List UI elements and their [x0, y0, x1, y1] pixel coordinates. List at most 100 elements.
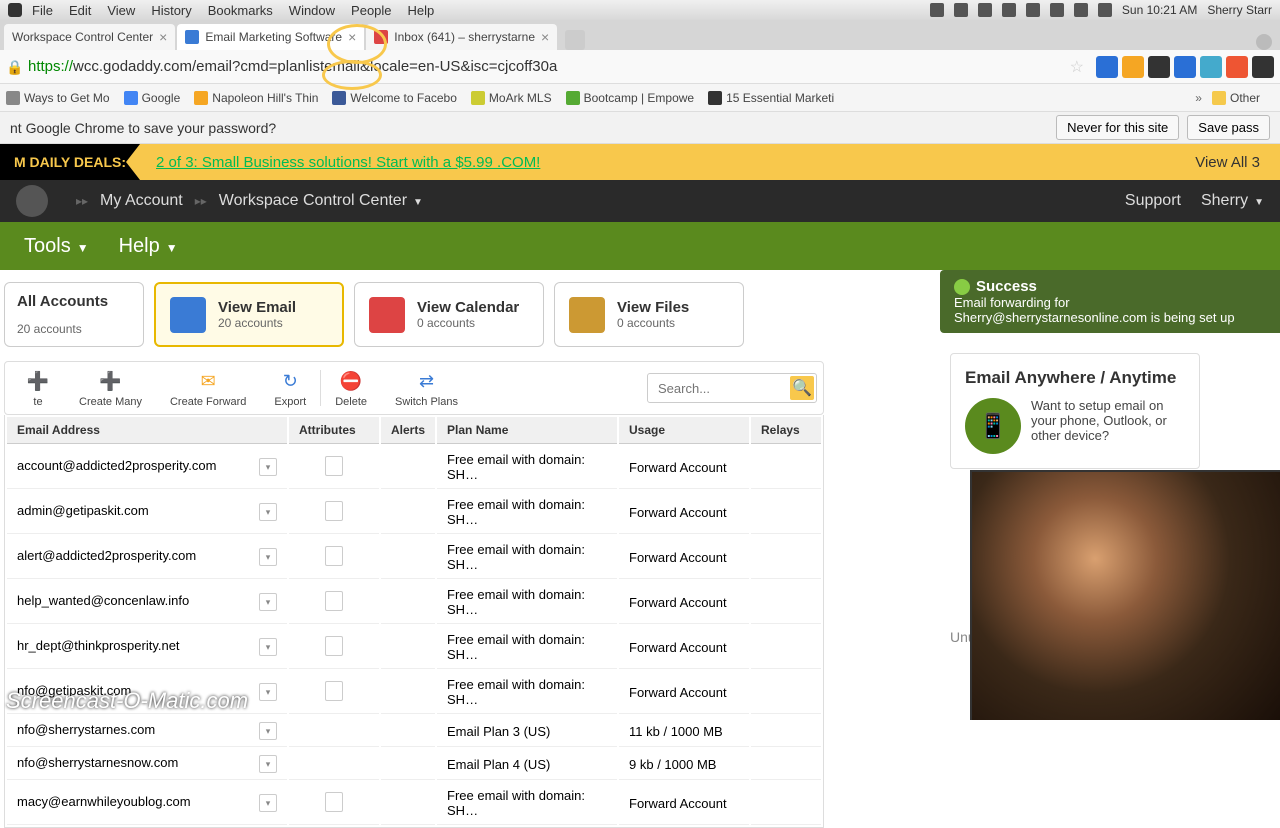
tab-inbox[interactable]: Inbox (641) – sherrystarne × — [366, 24, 557, 50]
close-icon[interactable]: × — [159, 29, 167, 45]
bookmark-item[interactable]: 15 Essential Marketi — [708, 91, 834, 105]
chevron-down-icon: ▼ — [1254, 197, 1264, 208]
tabs-overflow-button[interactable] — [1256, 34, 1272, 50]
extension-icon[interactable] — [1226, 56, 1248, 78]
create-many-button[interactable]: ➕Create Many — [65, 368, 156, 408]
bookmark-item[interactable]: Welcome to Facebo — [332, 91, 457, 105]
new-tab-button[interactable] — [565, 30, 585, 50]
volume-icon[interactable] — [1074, 3, 1088, 17]
table-row[interactable]: account@addicted2prosperity.com ▾Free em… — [7, 446, 821, 489]
panel-title: Email Anywhere / Anytime — [965, 368, 1185, 388]
search-button[interactable]: 🔍 — [790, 376, 814, 400]
support-link[interactable]: Support — [1125, 192, 1181, 210]
col-alerts[interactable]: Alerts — [381, 417, 435, 444]
table-row[interactable]: nfo@sherrystarnesnow.com ▾Email Plan 4 (… — [7, 749, 821, 780]
status-icon[interactable] — [930, 3, 944, 17]
row-dropdown[interactable]: ▾ — [259, 548, 277, 566]
view-email-card[interactable]: View Email 20 accounts — [154, 282, 344, 347]
extension-icon[interactable] — [1122, 56, 1144, 78]
godaddy-logo-icon[interactable] — [16, 185, 48, 217]
all-accounts-card[interactable]: All Accounts 20 accounts — [4, 282, 144, 347]
menu-view[interactable]: View — [107, 3, 135, 18]
table-row[interactable]: help_wanted@concenlaw.info ▾Free email w… — [7, 581, 821, 624]
table-row[interactable]: hr_dept@thinkprosperity.net ▾Free email … — [7, 626, 821, 669]
bookmark-star-icon[interactable]: ☆ — [1070, 57, 1084, 77]
search-input[interactable] — [650, 377, 790, 400]
green-nav-bar: Tools▼ Help▼ — [0, 222, 1280, 270]
user-name[interactable]: Sherry Starr — [1207, 3, 1272, 17]
switch-plans-button[interactable]: ⇄Switch Plans — [381, 368, 472, 408]
row-dropdown[interactable]: ▾ — [259, 593, 277, 611]
workspace-dropdown[interactable]: Workspace Control Center▼ — [219, 192, 423, 210]
status-icon[interactable] — [1026, 3, 1040, 17]
col-attributes[interactable]: Attributes — [289, 417, 379, 444]
create-button[interactable]: ➕te — [11, 368, 65, 408]
tab-workspace[interactable]: Workspace Control Center × — [4, 24, 175, 50]
row-dropdown[interactable]: ▾ — [259, 755, 277, 773]
switch-icon: ⇄ — [413, 368, 439, 394]
menu-bookmarks[interactable]: Bookmarks — [208, 3, 273, 18]
apple-icon[interactable] — [8, 3, 22, 17]
row-dropdown[interactable]: ▾ — [259, 503, 277, 521]
menu-edit[interactable]: Edit — [69, 3, 91, 18]
extension-icon[interactable] — [1096, 56, 1118, 78]
menu-help[interactable]: Help — [408, 3, 435, 18]
usage-cell: Forward Account — [619, 491, 749, 534]
row-dropdown[interactable]: ▾ — [259, 683, 277, 701]
table-row[interactable]: admin@getipaskit.com ▾Free email with do… — [7, 491, 821, 534]
my-account-link[interactable]: My Account — [100, 192, 183, 210]
bookmarks-overflow[interactable]: » — [1195, 91, 1202, 105]
bookmark-item[interactable]: Ways to Get Mo — [6, 91, 110, 105]
tab-email-marketing[interactable]: Email Marketing Software × — [177, 24, 364, 50]
user-dropdown[interactable]: Sherry▼ — [1201, 192, 1264, 210]
deal-link[interactable]: 2 of 3: Small Business solutions! Start … — [156, 154, 540, 171]
menu-icon[interactable] — [1252, 56, 1274, 78]
menu-file[interactable]: File — [32, 3, 53, 18]
col-email[interactable]: Email Address — [7, 417, 287, 444]
menu-history[interactable]: History — [151, 3, 191, 18]
create-forward-button[interactable]: ✉Create Forward — [156, 368, 260, 408]
row-dropdown[interactable]: ▾ — [259, 794, 277, 812]
bookmark-item[interactable]: Napoleon Hill's Thin — [194, 91, 318, 105]
row-dropdown[interactable]: ▾ — [259, 638, 277, 656]
table-row[interactable]: macy@earnwhileyoublog.com ▾Free email wi… — [7, 782, 821, 825]
table-row[interactable]: nfo@sherrystarnes.com ▾Email Plan 3 (US)… — [7, 716, 821, 747]
menu-people[interactable]: People — [351, 3, 391, 18]
extension-icon[interactable] — [1200, 56, 1222, 78]
delete-button[interactable]: ⛔Delete — [321, 368, 381, 408]
url-display[interactable]: https://wcc.godaddy.com/email?cmd=planli… — [28, 58, 1062, 75]
view-calendar-card[interactable]: View Calendar 0 accounts — [354, 282, 544, 347]
bookmark-item[interactable]: Bootcamp | Empowe — [566, 91, 695, 105]
help-dropdown[interactable]: Help▼ — [119, 235, 178, 258]
view-all-deals-link[interactable]: View All 3 — [1195, 154, 1260, 171]
tools-dropdown[interactable]: Tools▼ — [24, 235, 89, 258]
wifi-icon[interactable] — [1050, 3, 1064, 17]
bookmark-item[interactable]: MoArk MLS — [471, 91, 552, 105]
battery-icon[interactable] — [1098, 3, 1112, 17]
status-icon[interactable] — [978, 3, 992, 17]
row-dropdown[interactable]: ▾ — [259, 458, 277, 476]
table-row[interactable]: nfo@getipaskit.com ▾Free email with doma… — [7, 671, 821, 714]
plan-cell: Free email with domain: SH… — [437, 581, 617, 624]
card-subtitle: 20 accounts — [218, 316, 296, 330]
export-button[interactable]: ↻Export — [260, 368, 320, 408]
table-row[interactable]: alert@addicted2prosperity.com ▾Free emai… — [7, 536, 821, 579]
bookmarks-bar: Ways to Get Mo Google Napoleon Hill's Th… — [0, 84, 1280, 112]
close-icon[interactable]: × — [541, 29, 549, 45]
col-usage[interactable]: Usage — [619, 417, 749, 444]
col-plan[interactable]: Plan Name — [437, 417, 617, 444]
extension-icon[interactable] — [1174, 56, 1196, 78]
view-files-card[interactable]: View Files 0 accounts — [554, 282, 744, 347]
bookmark-other-folder[interactable]: Other — [1212, 91, 1260, 105]
save-password-button[interactable]: Save pass — [1187, 115, 1270, 140]
bookmark-item[interactable]: Google — [124, 91, 181, 105]
status-icon[interactable] — [1002, 3, 1016, 17]
row-dropdown[interactable]: ▾ — [259, 722, 277, 740]
extension-icon[interactable] — [1148, 56, 1170, 78]
menu-window[interactable]: Window — [289, 3, 335, 18]
close-icon[interactable]: × — [348, 29, 356, 45]
never-for-site-button[interactable]: Never for this site — [1056, 115, 1179, 140]
status-icon[interactable] — [954, 3, 968, 17]
col-relays[interactable]: Relays — [751, 417, 821, 444]
clock[interactable]: Sun 10:21 AM — [1122, 3, 1197, 17]
